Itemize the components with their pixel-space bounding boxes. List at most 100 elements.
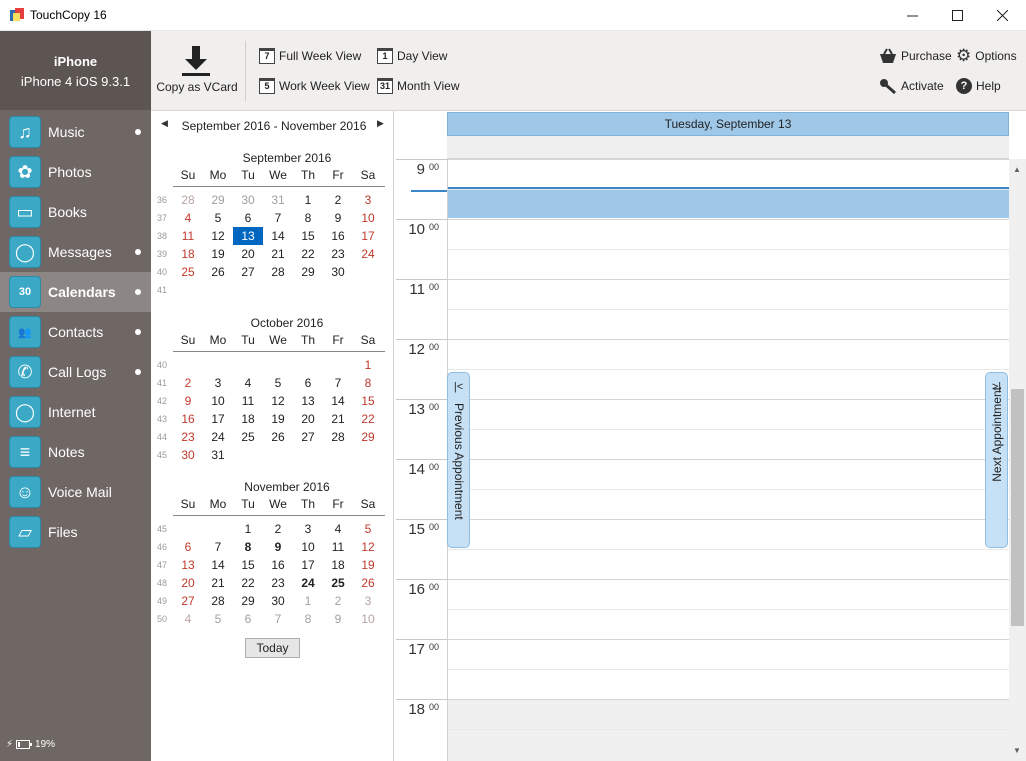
calendar-day[interactable]: 18 — [173, 245, 203, 263]
calendar-day[interactable]: 2 — [263, 520, 293, 538]
calendar-day[interactable]: 19 — [353, 556, 383, 574]
calendar-day[interactable]: 3 — [203, 374, 233, 392]
calendar-day[interactable]: 30 — [233, 191, 263, 209]
work-week-view-button[interactable]: 5 Work Week View — [259, 76, 370, 96]
calendar-day[interactable]: 9 — [263, 538, 293, 556]
calendar-day[interactable]: 2 — [323, 592, 353, 610]
calendar-day[interactable]: 28 — [203, 592, 233, 610]
calendar-day[interactable]: 23 — [173, 428, 203, 446]
sidebar-item-books[interactable]: ▭ Books — [0, 192, 151, 232]
day-header[interactable]: Tuesday, September 13 — [447, 112, 1009, 136]
calendar-day[interactable]: 8 — [353, 374, 383, 392]
calendar-day[interactable]: 22 — [353, 410, 383, 428]
calendar-day[interactable]: 8 — [293, 209, 323, 227]
calendar-day[interactable]: 25 — [233, 428, 263, 446]
options-button[interactable]: ⚙ Options — [956, 46, 1017, 66]
calendar-day[interactable]: 7 — [263, 209, 293, 227]
calendar-day[interactable]: 26 — [203, 263, 233, 281]
calendar-day[interactable]: 12 — [353, 538, 383, 556]
calendar-day[interactable]: 11 — [233, 392, 263, 410]
day-grid[interactable] — [447, 159, 1009, 761]
calendar-day[interactable]: 16 — [173, 410, 203, 428]
calendar-day[interactable]: 22 — [293, 245, 323, 263]
calendar-day[interactable]: 24 — [293, 574, 323, 592]
scroll-down-arrow-icon[interactable]: ▼ — [1013, 746, 1021, 755]
sidebar-item-messages[interactable]: ◯ Messages — [0, 232, 151, 272]
calendar-day[interactable]: 20 — [293, 410, 323, 428]
maximize-button[interactable] — [934, 0, 980, 31]
calendar-day[interactable]: 5 — [203, 209, 233, 227]
calendar-day[interactable]: 26 — [263, 428, 293, 446]
calendar-day[interactable]: 20 — [173, 574, 203, 592]
today-button[interactable]: Today — [245, 638, 300, 658]
calendar-day[interactable]: 3 — [293, 520, 323, 538]
calendar-day[interactable]: 13 — [173, 556, 203, 574]
calendar-day[interactable]: 6 — [173, 538, 203, 556]
calendar-day[interactable]: 1 — [293, 592, 323, 610]
full-week-view-button[interactable]: 7 Full Week View — [259, 46, 361, 66]
calendar-day[interactable]: 3 — [353, 191, 383, 209]
calendar-day[interactable]: 18 — [323, 556, 353, 574]
calendar-day[interactable]: 25 — [173, 263, 203, 281]
calendar-day[interactable]: 10 — [293, 538, 323, 556]
calendar-day[interactable]: 24 — [203, 428, 233, 446]
calendar-day[interactable]: 12 — [203, 227, 233, 245]
calendar-day[interactable]: 1 — [293, 191, 323, 209]
calendar-day[interactable]: 8 — [233, 538, 263, 556]
calendar-day[interactable]: 9 — [173, 392, 203, 410]
calendar-day[interactable]: 16 — [263, 556, 293, 574]
calendar-day[interactable]: 19 — [263, 410, 293, 428]
purchase-button[interactable]: Purchase — [879, 46, 952, 66]
calendar-day[interactable]: 4 — [233, 374, 263, 392]
calendar-day[interactable]: 6 — [233, 610, 263, 628]
calendar-day[interactable]: 23 — [263, 574, 293, 592]
calendar-day[interactable]: 4 — [173, 610, 203, 628]
calendar-day[interactable]: 5 — [263, 374, 293, 392]
calendar-day[interactable]: 14 — [203, 556, 233, 574]
calendar-day[interactable]: 12 — [263, 392, 293, 410]
calendar-day[interactable]: 10 — [353, 610, 383, 628]
calendar-day[interactable]: 1 — [353, 356, 383, 374]
calendar-day[interactable]: 7 — [263, 610, 293, 628]
appointment-block[interactable] — [448, 187, 1009, 218]
calendar-day[interactable]: 17 — [353, 227, 383, 245]
next-appointment-button[interactable]: >| Next Appointment — [985, 372, 1008, 548]
calendar-day[interactable]: 28 — [263, 263, 293, 281]
calendar-day[interactable]: 22 — [233, 574, 263, 592]
calendar-day[interactable]: 29 — [353, 428, 383, 446]
calendar-day[interactable]: 13 — [233, 227, 263, 245]
calendar-day[interactable]: 9 — [323, 610, 353, 628]
calendar-day[interactable]: 17 — [293, 556, 323, 574]
calendar-day[interactable]: 17 — [203, 410, 233, 428]
calendar-day[interactable]: 7 — [323, 374, 353, 392]
day-view-button[interactable]: 1 Day View — [377, 46, 447, 66]
calendar-day[interactable]: 31 — [203, 446, 233, 464]
all-day-row[interactable] — [447, 136, 1009, 159]
sidebar-item-files[interactable]: ▱ Files — [0, 512, 151, 552]
calendar-day[interactable]: 20 — [233, 245, 263, 263]
help-button[interactable]: ? Help — [956, 76, 1001, 96]
next-range-arrow-icon[interactable]: ▶ — [377, 118, 384, 129]
calendar-day[interactable]: 27 — [173, 592, 203, 610]
calendar-day[interactable]: 2 — [323, 191, 353, 209]
month-view-button[interactable]: 31 Month View — [377, 76, 459, 96]
vertical-scrollbar[interactable]: ▲ ▼ — [1009, 159, 1026, 761]
calendar-day[interactable]: 26 — [353, 574, 383, 592]
calendar-day[interactable]: 29 — [203, 191, 233, 209]
calendar-day[interactable]: 4 — [173, 209, 203, 227]
sidebar-item-internet[interactable]: ◯ Internet — [0, 392, 151, 432]
sidebar-item-voice-mail[interactable]: ☺ Voice Mail — [0, 472, 151, 512]
calendar-day[interactable]: 15 — [353, 392, 383, 410]
previous-appointment-button[interactable]: |< Previous Appointment — [447, 372, 470, 548]
calendar-day[interactable]: 23 — [323, 245, 353, 263]
calendar-day[interactable]: 11 — [173, 227, 203, 245]
calendar-day[interactable]: 28 — [173, 191, 203, 209]
calendar-day[interactable]: 4 — [323, 520, 353, 538]
calendar-day[interactable]: 14 — [323, 392, 353, 410]
calendar-day[interactable]: 28 — [323, 428, 353, 446]
calendar-day[interactable]: 19 — [203, 245, 233, 263]
calendar-day[interactable]: 30 — [173, 446, 203, 464]
calendar-day[interactable]: 30 — [263, 592, 293, 610]
calendar-day[interactable]: 27 — [233, 263, 263, 281]
activate-button[interactable]: Activate — [879, 76, 944, 96]
